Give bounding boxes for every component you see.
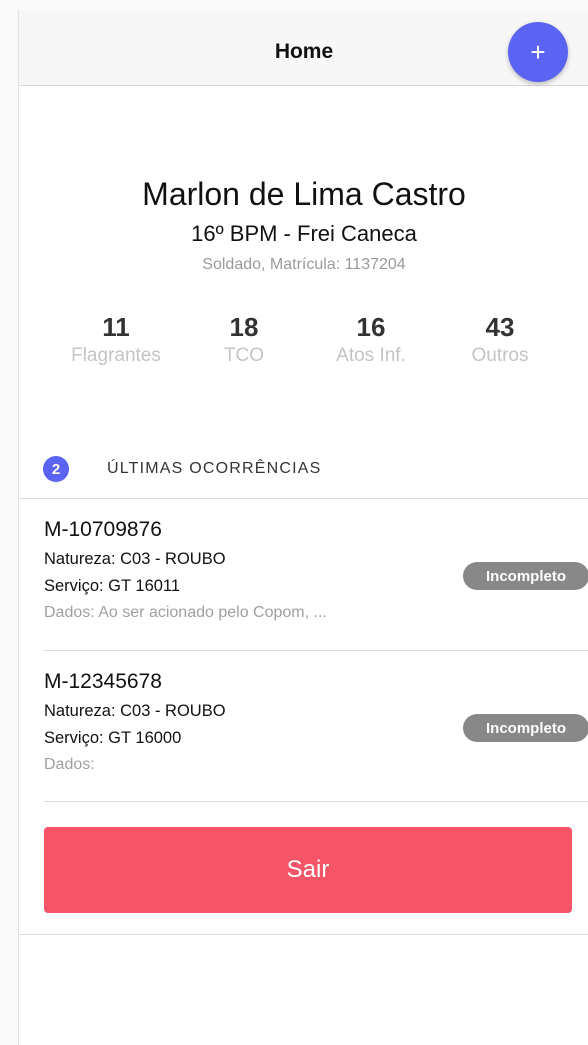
app-screen: Home + Marlon de Lima Castro 16º BPM - F…	[18, 10, 588, 1045]
profile-unit: 16º BPM - Frei Caneca	[191, 221, 417, 246]
occurrence-id: M-10709876	[44, 518, 162, 541]
section-title: ÚLTIMAS OCORRÊNCIAS	[107, 460, 322, 477]
stat-value: 16	[356, 312, 386, 342]
occurrence-item[interactable]: M-10709876 Natureza: C03 - ROUBO Serviço…	[44, 518, 588, 622]
occurrence-item[interactable]: M-12345678 Natureza: C03 - ROUBO Serviço…	[44, 670, 588, 774]
divider	[19, 498, 588, 499]
divider	[19, 934, 588, 935]
divider	[44, 650, 588, 651]
occurrence-dados: Dados:	[44, 756, 95, 773]
add-button[interactable]: +	[508, 22, 568, 82]
logout-button[interactable]: Sair	[44, 827, 572, 913]
stat-label: Outros	[471, 345, 529, 366]
stat-outros: 43 Outros	[440, 312, 560, 367]
stat-value: 18	[229, 312, 259, 342]
stat-label: Flagrantes	[71, 345, 161, 366]
stat-atos-inf: 16 Atos Inf.	[311, 312, 431, 367]
profile-rank: Soldado, Matrícula: 1137204	[202, 256, 406, 273]
section-header: 2 ÚLTIMAS OCORRÊNCIAS	[43, 454, 322, 484]
occurrence-id: M-12345678	[44, 670, 162, 693]
stat-tco: 18 TCO	[184, 312, 304, 367]
divider	[44, 801, 588, 802]
status-badge: Incompleto	[463, 714, 588, 742]
stat-value: 43	[485, 312, 515, 342]
stat-label: TCO	[223, 345, 265, 366]
stat-value: 11	[102, 312, 130, 342]
status-badge: Incompleto	[463, 562, 588, 590]
occurrence-dados: Dados: Ao ser acionado pelo Copom, ...	[44, 604, 327, 621]
profile-name: Marlon de Lima Castro	[142, 176, 466, 212]
count-badge: 2	[43, 456, 69, 482]
stat-label: Atos Inf.	[336, 345, 406, 366]
plus-icon: +	[530, 37, 546, 67]
page-title: Home	[274, 40, 334, 63]
app-header: Home +	[19, 10, 588, 86]
stat-flagrantes: 11 Flagrantes	[56, 312, 176, 367]
